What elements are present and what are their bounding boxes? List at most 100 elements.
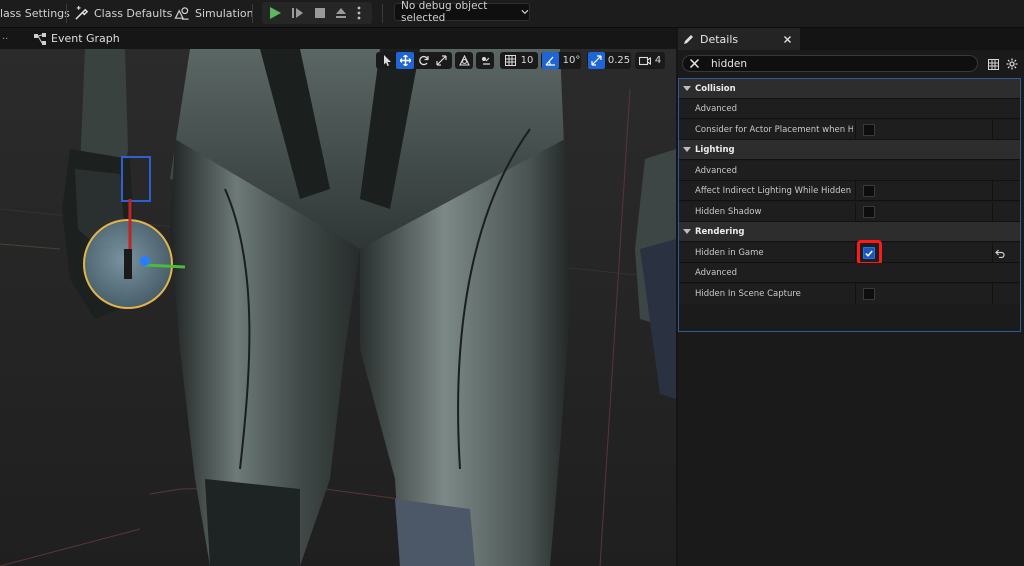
scale-tool[interactable] [432,52,450,69]
chevron-down-icon [521,9,529,15]
category-label: Rendering [695,227,745,237]
details-tab-bar: Details [678,28,1024,50]
class-defaults-label: Class Defaults [94,7,173,20]
property-row: Hidden in Game [679,240,1020,265]
camera-speed-button[interactable]: 4 [635,52,665,69]
hidden-shadow-checkbox[interactable] [863,206,875,218]
column-divider [855,181,856,201]
rotate-tool[interactable] [414,52,432,69]
play-icon [270,7,281,19]
clear-search-icon[interactable] [690,59,699,68]
debug-object-label: No debug object selected [401,0,488,24]
property-label: Hidden in Game [695,248,764,258]
rotate-icon [418,55,429,66]
property-label: Consider for Actor Placement when Hid... [695,125,853,135]
debug-object-dropdown[interactable]: No debug object selected [394,0,530,24]
property-row: Hidden In Scene Capture [679,284,1020,304]
category-label: Lighting [695,145,735,155]
kebab-menu-icon [357,6,361,20]
collapsed-tab-indicator[interactable]: .. [2,31,8,42]
property-row: Affect Indirect Lighting While Hidden [679,181,1020,201]
hidden-in-game-checkbox[interactable] [863,247,875,259]
world-local-toggle[interactable] [455,52,473,69]
stop-button[interactable] [312,5,328,21]
column-divider [992,202,993,222]
category-lighting[interactable]: Lighting [679,140,1020,160]
column-divider [992,243,993,263]
grid-snap-value: 10 [520,55,534,66]
advanced-lighting[interactable]: Advanced [679,161,1020,181]
rotation-snap-button[interactable]: 10° [541,52,581,69]
gear-icon[interactable] [1006,58,1018,70]
tab-event-graph[interactable]: Event Graph [34,28,120,49]
class-settings-button[interactable]: lass Settings [0,0,70,27]
advanced-rendering[interactable]: Advanced [679,263,1020,283]
surface-snap-button[interactable] [476,52,494,69]
rotation-snap-value: 10° [562,55,581,66]
close-icon[interactable] [784,36,791,43]
toolbar-divider [252,4,253,23]
category-rendering[interactable]: Rendering [679,222,1020,242]
scale-snap-icon [591,55,602,66]
scale-snap-button[interactable]: 0.25 [587,52,631,69]
property-row: Consider for Actor Placement when Hid... [679,120,1020,140]
column-divider [992,181,993,201]
column-divider [855,284,856,304]
simulation-button[interactable]: Simulation [174,0,254,27]
toolbar-divider [66,4,67,23]
property-matrix-icon[interactable] [988,59,999,70]
eject-button[interactable] [333,5,349,21]
collapse-arrow-icon [683,147,691,152]
camera-icon [638,56,651,65]
viewport-toolbar: 10 10° 0.25 4 [376,52,665,69]
grid-snap-button[interactable]: 10 [500,52,538,69]
viewport[interactable]: 10 10° 0.25 4 [0,49,676,566]
graph-icon [34,32,46,45]
class-defaults-icon [75,6,89,20]
column-divider [855,120,856,140]
main-toolbar: lass Settings Class Defaults Simulation … [0,0,1024,28]
transform-tools [376,52,452,69]
advanced-collision[interactable]: Advanced [679,99,1020,119]
advanced-label: Advanced [695,166,737,176]
collapse-arrow-icon [683,86,691,91]
play-options-button[interactable] [354,5,364,21]
eject-icon [336,8,346,18]
grid-icon [504,55,516,66]
editor-tab-bar: .. Event Graph [0,28,676,49]
camera-speed-value: 4 [654,55,662,66]
globe-icon [458,55,470,66]
reset-to-default-icon[interactable] [995,249,1005,258]
scale-snap-icon-box [587,52,605,69]
collapse-arrow-icon [683,229,691,234]
class-settings-label: lass Settings [0,7,70,20]
affect-indirect-lighting-checkbox[interactable] [863,185,875,197]
class-defaults-button[interactable]: Class Defaults [74,0,172,27]
move-icon [399,55,411,66]
step-forward-icon [292,8,303,18]
details-search-input[interactable]: hidden [711,58,747,70]
stop-icon [315,8,325,18]
property-label: Hidden Shadow [695,207,762,217]
tab-event-graph-label: Event Graph [51,32,120,45]
column-divider [992,284,993,304]
translate-tool[interactable] [396,52,414,69]
details-panel: Details hidden Collision Advanced Consid… [678,28,1024,566]
surface-snap-icon [481,57,490,65]
advance-frame-button[interactable] [290,5,306,21]
scale-snap-value: 0.25 [607,55,631,66]
advanced-label: Advanced [695,268,737,278]
select-tool[interactable] [378,52,396,69]
consider-actor-placement-checkbox[interactable] [863,124,875,136]
column-divider [855,202,856,222]
simulation-icon [174,7,189,20]
play-button[interactable] [267,5,283,21]
category-collision[interactable]: Collision [679,79,1020,99]
hidden-in-scene-capture-checkbox[interactable] [863,288,875,300]
category-label: Collision [695,84,736,94]
angle-icon-box [541,52,559,69]
property-list: Collision Advanced Consider for Actor Pl… [678,78,1021,332]
tab-details[interactable]: Details [678,28,800,50]
property-label: Hidden In Scene Capture [695,289,801,299]
column-divider [992,120,993,140]
